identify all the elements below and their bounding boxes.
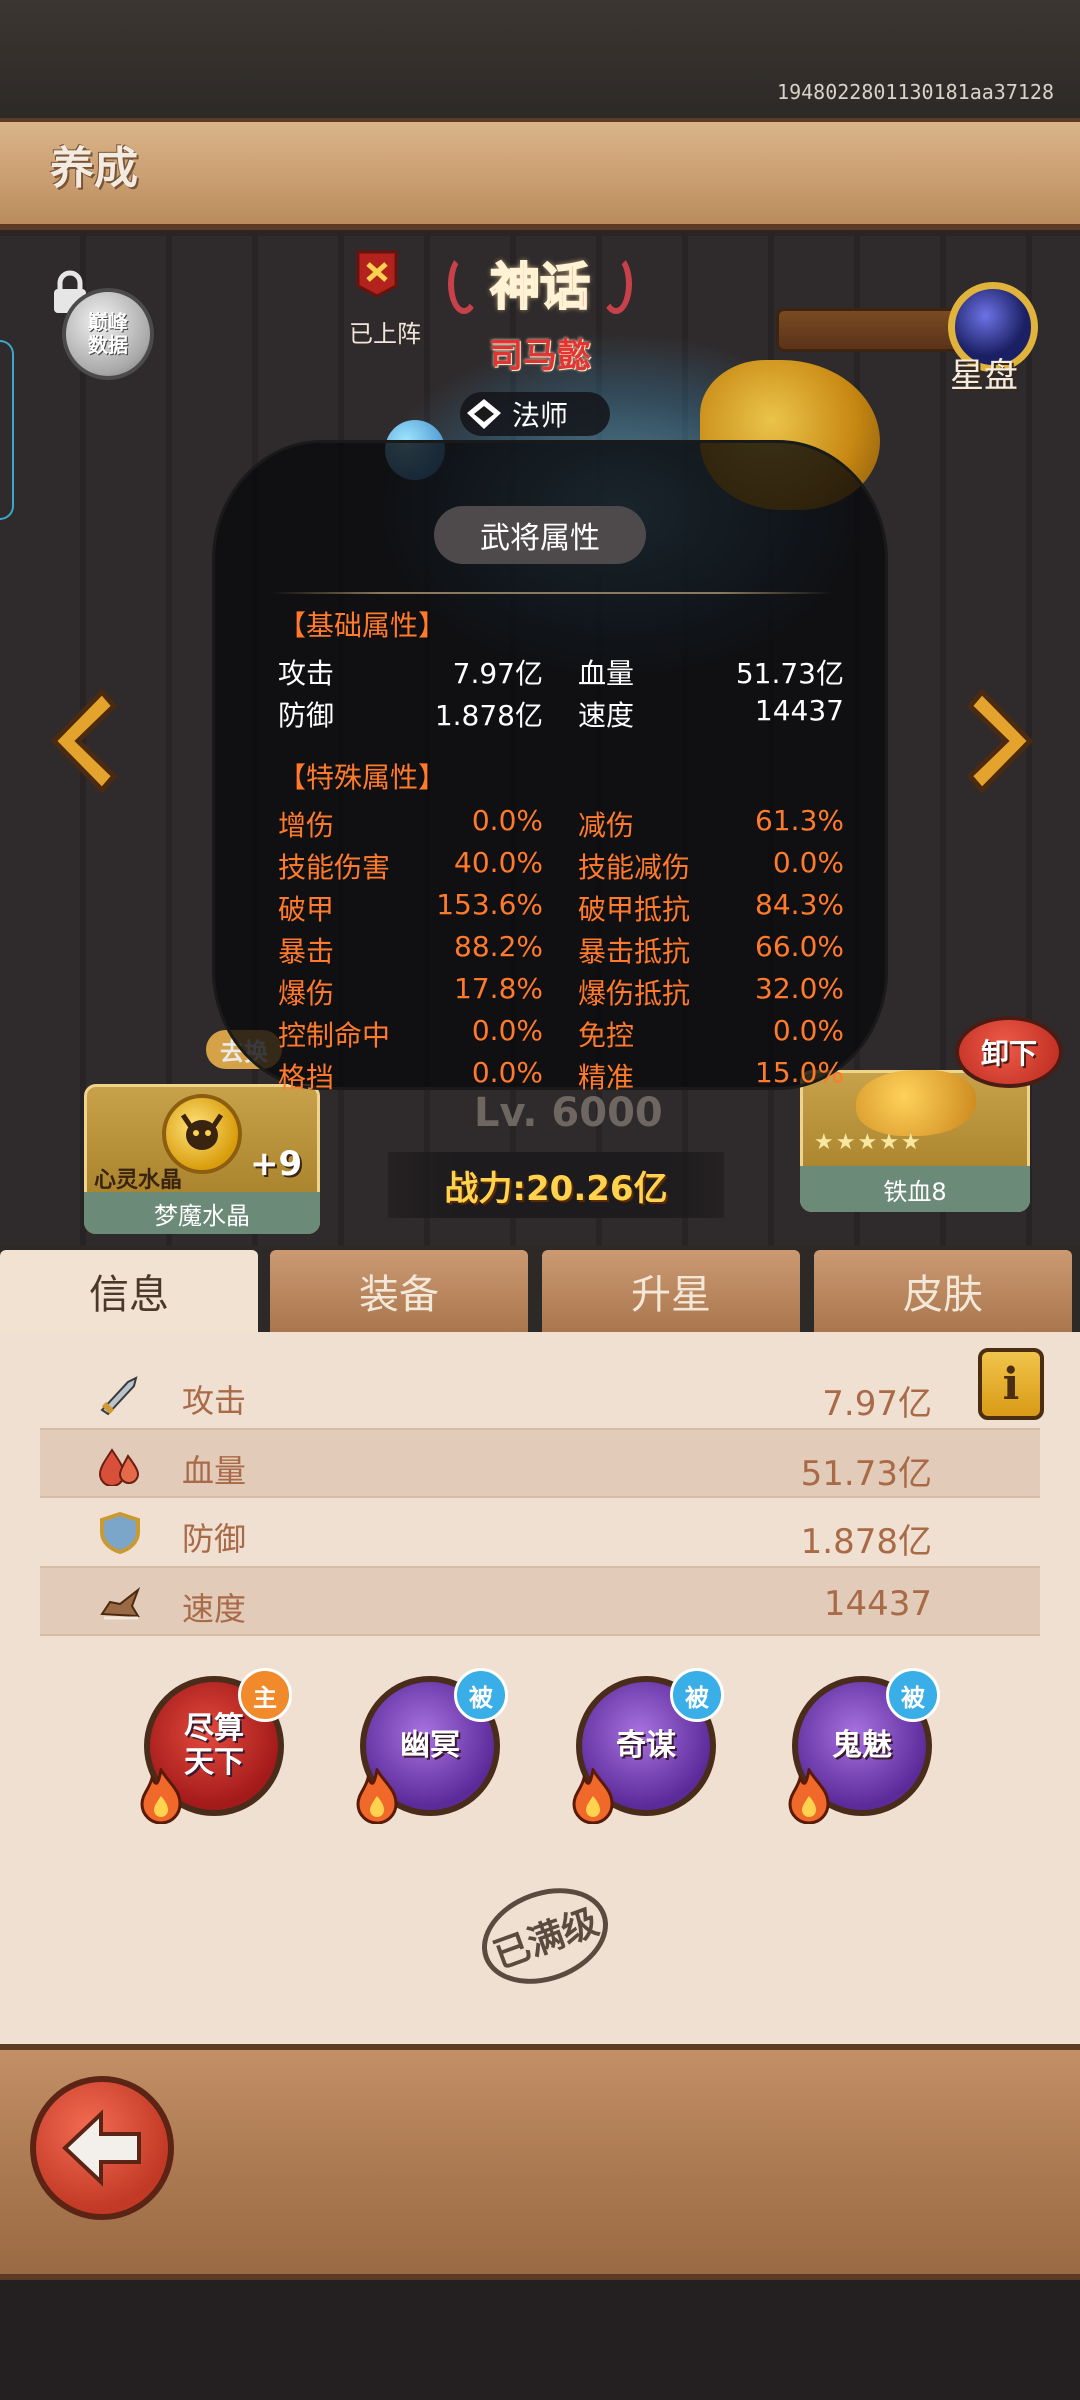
- attr-value: 7.97亿: [452, 657, 543, 690]
- tab-star-up[interactable]: 升星: [542, 1250, 800, 1332]
- tab-info[interactable]: 信息: [0, 1250, 258, 1332]
- combat-power-text: 战力:20.26亿: [444, 1168, 668, 1209]
- attr-value: 17.8%: [454, 972, 543, 1005]
- attr-value: 40.0%: [454, 846, 543, 879]
- unload-label: 卸下: [980, 1037, 1037, 1070]
- fire-icon: [136, 1766, 186, 1825]
- stat-name: 攻击: [182, 1382, 247, 1420]
- blood-drop-icon: [98, 1444, 142, 1487]
- back-arrow-icon: [62, 2109, 141, 2187]
- attr-value: 88.2%: [454, 930, 543, 963]
- pet-star-rating: ★★★★★: [814, 1130, 923, 1155]
- fire-icon: [568, 1766, 618, 1825]
- stat-name: 速度: [182, 1590, 247, 1628]
- special-attr-row: 暴击 88.2% 暴击抵抗 66.0%: [278, 930, 844, 970]
- crystal-name: 梦魔水晶: [154, 1202, 250, 1230]
- shield-icon: [98, 1511, 142, 1555]
- next-hero-arrow-icon[interactable]: [960, 686, 1040, 796]
- attr-value: 51.73亿: [735, 657, 844, 690]
- hero-name: 司马懿: [489, 336, 591, 376]
- page-title: 养成: [50, 143, 138, 194]
- skill-name: 尽算天下: [184, 1711, 244, 1780]
- attr-value: 14437: [754, 694, 844, 727]
- special-attr-heading: 【特殊属性】: [278, 761, 447, 794]
- attr-value: 15.0%: [755, 1056, 844, 1089]
- skill-name: 幽冥: [400, 1728, 460, 1763]
- attr-value: 0.0%: [772, 1014, 844, 1047]
- passive-skill-badge: 被: [670, 1668, 724, 1722]
- stat-value: 7.97亿: [822, 1384, 932, 1424]
- basic-attr-row: 防御 1.878亿 速度 14437: [278, 694, 844, 734]
- bottom-bar: [0, 2280, 1080, 2400]
- attr-value: 1.878亿: [434, 699, 543, 732]
- stat-row-defense: 防御 1.878亿: [40, 1498, 1040, 1568]
- attr-value: 0.0%: [471, 804, 543, 837]
- special-attr-row: 破甲 153.6% 破甲抵抗 84.3%: [278, 888, 844, 928]
- fire-icon: [352, 1766, 402, 1825]
- pet-name: 铁血8: [883, 1178, 947, 1206]
- rank-badge: 神话: [440, 248, 640, 318]
- stat-name: 血量: [182, 1452, 247, 1490]
- prev-hero-arrow-icon[interactable]: [44, 686, 124, 796]
- stat-value: 51.73亿: [800, 1454, 932, 1494]
- star-disk-bar: [776, 308, 966, 352]
- skill-name: 鬼魅: [832, 1728, 892, 1763]
- fire-icon: [784, 1766, 834, 1825]
- attribute-popup-title: 武将属性: [434, 506, 646, 564]
- attr-value: 0.0%: [772, 846, 844, 879]
- attr-value: 32.0%: [755, 972, 844, 1005]
- stat-row-attack: 攻击 7.97亿: [40, 1360, 1040, 1430]
- popup-divider: [272, 592, 832, 594]
- laurel-right-icon: [600, 254, 632, 314]
- star-disk-label: 星盘: [950, 356, 1018, 396]
- skill-name: 奇谋: [616, 1728, 676, 1763]
- title-plank: [0, 118, 1080, 230]
- special-attr-row: 格挡 0.0% 精准 15.0%: [278, 1056, 844, 1096]
- stat-name: 防御: [182, 1520, 247, 1558]
- sword-icon: [98, 1374, 142, 1416]
- crystal-plus-level: +9: [250, 1144, 303, 1184]
- hero-level: Lv. 6000: [474, 1090, 663, 1136]
- stat-row-hp: 血量 51.73亿: [40, 1428, 1040, 1498]
- golden-fish-icon: [856, 1070, 976, 1136]
- rank-text: 神话: [489, 257, 591, 317]
- tab-skin[interactable]: 皮肤: [814, 1250, 1072, 1332]
- back-button[interactable]: [30, 2076, 174, 2220]
- special-attr-row: 控制命中 0.0% 免控 0.0%: [278, 1014, 844, 1054]
- deployed-flag-icon: [356, 250, 398, 298]
- attr-value: 66.0%: [755, 930, 844, 963]
- special-attr-row: 增伤 0.0% 减伤 61.3%: [278, 804, 844, 844]
- attr-value: 61.3%: [755, 804, 844, 837]
- hero-class-pill: 法师: [460, 392, 610, 436]
- attr-value: 153.6%: [436, 888, 543, 921]
- passive-skill-badge: 被: [454, 1668, 508, 1722]
- peak-data-button[interactable]: 巅峰 数据: [62, 288, 154, 380]
- peak-data-label: 巅峰 数据: [88, 310, 128, 357]
- stat-value: 14437: [823, 1584, 932, 1624]
- attr-value: 84.3%: [755, 888, 844, 921]
- special-attr-row: 爆伤 17.8% 爆伤抵抗 32.0%: [278, 972, 844, 1012]
- attr-value: 0.0%: [471, 1056, 543, 1089]
- main-skill-badge: 主: [238, 1668, 292, 1722]
- passive-skill-badge: 被: [886, 1668, 940, 1722]
- basic-attr-row: 攻击 7.97亿 血量 51.73亿: [278, 652, 844, 692]
- unload-button[interactable]: 卸下: [955, 1016, 1063, 1088]
- combat-power-box: 战力:20.26亿: [388, 1152, 724, 1218]
- laurel-left-icon: [448, 254, 480, 314]
- attr-value: 0.0%: [471, 1014, 543, 1047]
- tab-equipment[interactable]: 装备: [270, 1250, 528, 1332]
- hero-class-label: 法师: [512, 399, 569, 432]
- crystal-slot-label: 心灵水晶: [94, 1168, 183, 1193]
- stat-row-speed: 速度 14437: [40, 1566, 1040, 1636]
- device-id: 1948022801130181aa37128: [777, 80, 1054, 104]
- mage-class-icon: [460, 392, 508, 436]
- special-attr-row: 技能伤害 40.0% 技能减伤 0.0%: [278, 846, 844, 886]
- side-drawer-tab[interactable]: [0, 340, 14, 520]
- deployed-label: 已上阵: [349, 320, 421, 348]
- boot-icon: [98, 1582, 142, 1624]
- basic-attr-heading: 【基础属性】: [278, 609, 447, 642]
- stat-value: 1.878亿: [800, 1522, 932, 1562]
